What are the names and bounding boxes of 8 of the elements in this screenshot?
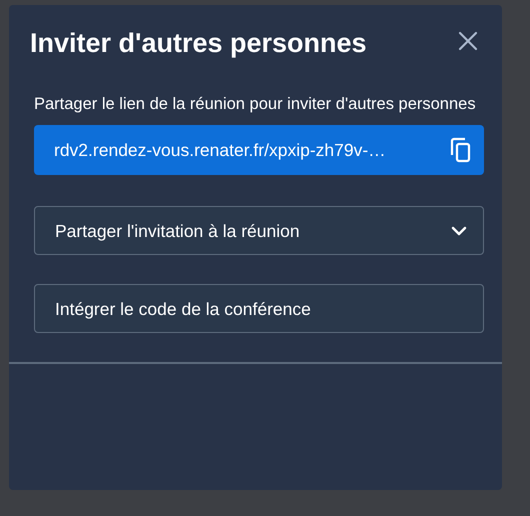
chevron-down-icon — [451, 226, 467, 236]
share-link-label: Partager le lien de la réunion pour inviter d'autres personnes — [34, 94, 477, 116]
share-invitation-dropdown[interactable]: Partager l'invitation à la réunion — [34, 206, 484, 256]
meeting-link-button[interactable]: rdv2.rendez-vous.renater.fr/xpxip-zh79v-… — [34, 125, 484, 176]
dialog-title: Inviter d'autres personnes — [30, 27, 367, 60]
close-icon — [458, 31, 478, 51]
copy-icon — [450, 137, 472, 164]
embed-code-button[interactable]: Intégrer le code de la conférence — [34, 284, 484, 334]
